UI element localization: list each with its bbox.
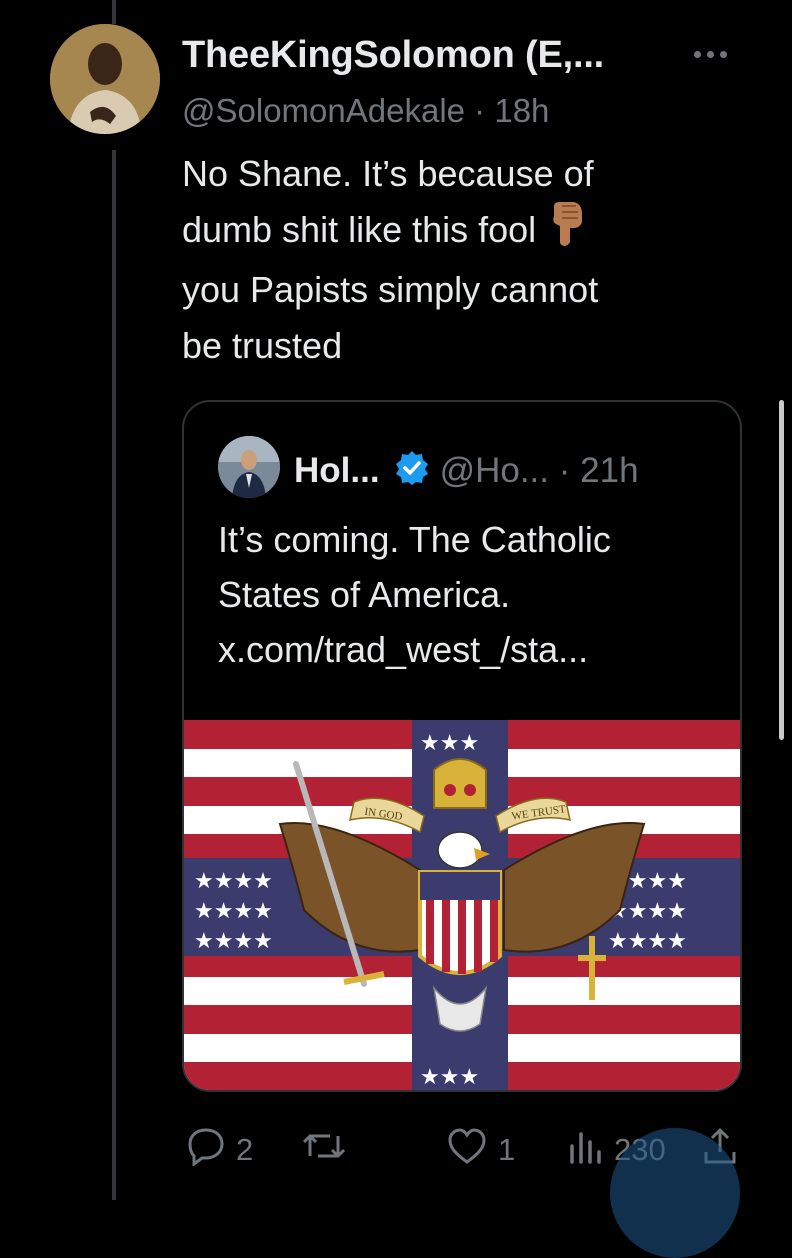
quoted-tweet-card[interactable]: Hol... @Ho... · 21h It’s coming. The Cat… <box>182 400 742 1092</box>
quoted-text-line: It’s coming. The Catholic <box>218 519 611 560</box>
retweet-button[interactable] <box>300 1126 358 1174</box>
quoted-avatar-photo <box>218 436 280 498</box>
quoted-link[interactable]: x.com/trad_west_/sta... <box>218 622 718 677</box>
thread-line <box>112 150 116 1200</box>
reply-count: 2 <box>236 1132 254 1167</box>
author-display-name[interactable]: TheeKingSolomon (E,... <box>182 34 604 77</box>
thread-line-top <box>112 0 116 24</box>
author-handle-row: @SolomonAdekale · 18h <box>182 92 549 130</box>
tweet-text-line-with-emoji: dumb shit like this fool <box>182 202 742 262</box>
verified-badge-icon <box>394 450 430 495</box>
more-horizontal-icon[interactable] <box>694 42 736 66</box>
author-avatar[interactable] <box>50 24 160 134</box>
quoted-tweet-header: Hol... @Ho... · 21h <box>294 450 639 495</box>
svg-text:★★★: ★★★ <box>420 731 479 756</box>
reply-button[interactable]: 2 <box>186 1126 253 1174</box>
views-chart-icon <box>566 1126 604 1174</box>
separator: · <box>474 92 486 129</box>
author-handle[interactable]: @SolomonAdekale <box>182 92 465 129</box>
heart-icon <box>446 1126 488 1174</box>
separator: · <box>558 450 571 490</box>
quoted-time[interactable]: 21h <box>580 451 638 490</box>
quoted-author-avatar[interactable] <box>218 436 280 498</box>
svg-text:★★★★: ★★★★ <box>194 929 273 954</box>
tweet-text-line: be trusted <box>182 325 343 367</box>
tweet-text-line: No Shane. It’s because of <box>182 153 594 194</box>
svg-text:★★★★: ★★★★ <box>608 929 687 954</box>
quoted-display-name[interactable]: Hol... <box>294 451 380 490</box>
tweet-header: TheeKingSolomon (E,... <box>182 30 742 90</box>
quoted-handle[interactable]: @Ho... <box>440 451 549 490</box>
svg-text:★★★★: ★★★★ <box>194 869 273 894</box>
svg-text:★★★★: ★★★★ <box>194 899 273 924</box>
quoted-text-line: States of America. <box>218 574 511 615</box>
like-button[interactable]: 1 <box>446 1126 515 1174</box>
retweet-icon <box>300 1126 348 1174</box>
avatar-photo <box>50 24 160 134</box>
like-count: 1 <box>498 1132 516 1167</box>
reply-icon <box>186 1126 226 1174</box>
quoted-tweet-text: It’s coming. The Catholic States of Amer… <box>218 512 718 677</box>
scrollbar[interactable] <box>779 400 784 740</box>
pointing-down-emoji-icon <box>548 202 584 262</box>
tweet-text: No Shane. It’s because of dumb shit like… <box>182 146 742 374</box>
svg-text:★★★: ★★★ <box>420 1065 479 1090</box>
tweet-time[interactable]: 18h <box>494 92 549 129</box>
catholic-flag-image[interactable]: ★★★ ★★★ ★★★★ ★★★★ ★★★★ ★★★★ ★★★★ ★★★★ IN… <box>184 720 740 1092</box>
floating-action-button[interactable] <box>610 1128 740 1258</box>
tweet-text-line: you Papists simply cannot <box>182 269 599 311</box>
tweet-text-line: dumb shit like this fool <box>182 209 537 250</box>
